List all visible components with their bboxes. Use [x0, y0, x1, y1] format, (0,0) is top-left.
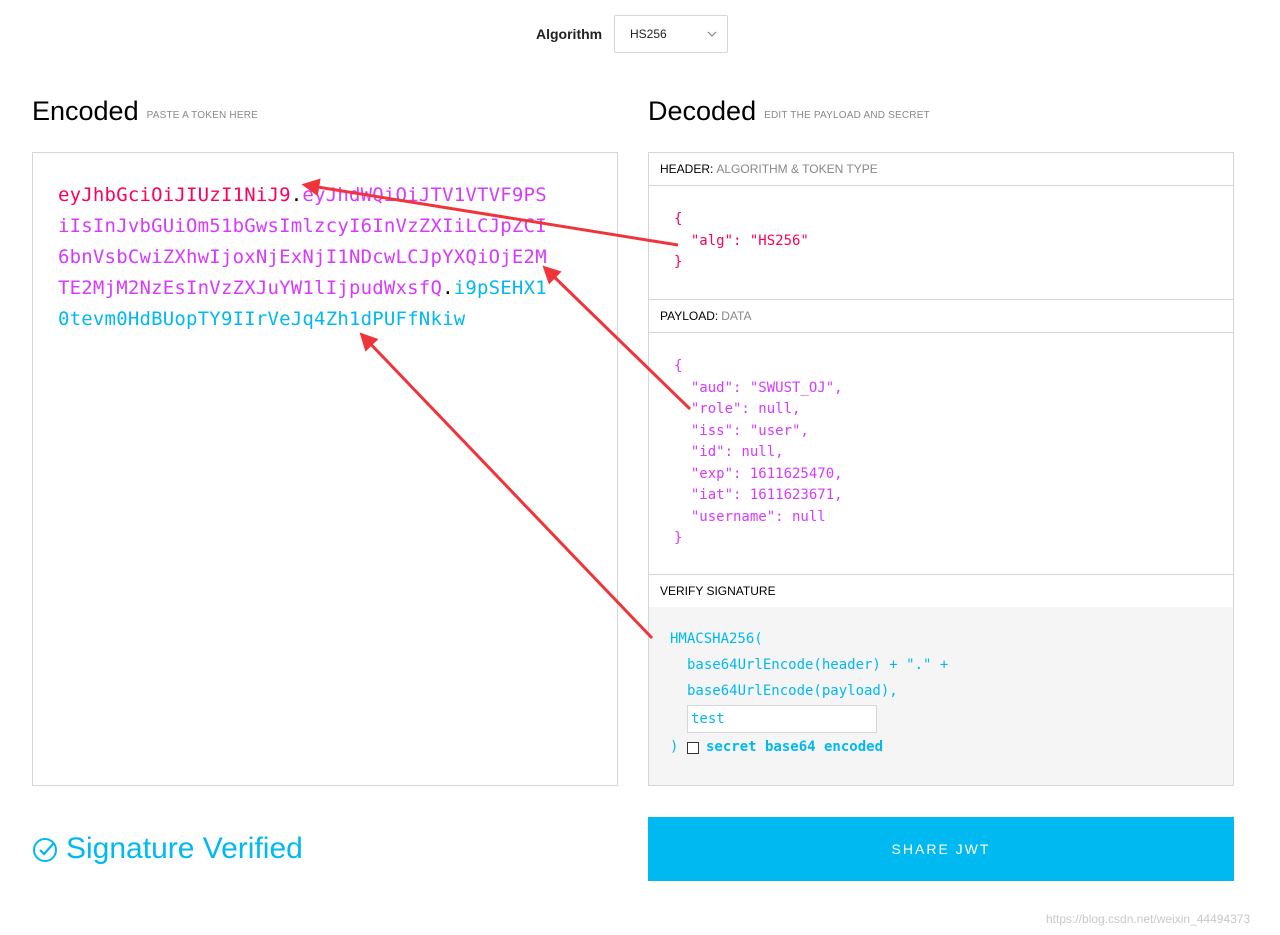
- signature-line-3: base64UrlEncode(payload),: [687, 683, 898, 699]
- secret-base64-checkbox[interactable]: [687, 742, 699, 754]
- encoded-subtitle: PASTE A TOKEN HERE: [146, 110, 259, 121]
- secret-input[interactable]: test: [687, 705, 877, 733]
- header-section-title: HEADER: ALGORITHM & TOKEN TYPE: [649, 153, 1233, 186]
- payload-json-editor[interactable]: { "aud": "SWUST_OJ", "role": null, "iss"…: [674, 356, 843, 550]
- encoded-title-text: Encoded: [32, 96, 139, 126]
- token-header-part: eyJhbGciOiJIUzI1NiJ9: [58, 184, 291, 206]
- token-dot: .: [290, 184, 303, 206]
- algorithm-select[interactable]: HS256: [614, 15, 728, 53]
- encoded-token-text[interactable]: eyJhbGciOiJIUzI1NiJ9.eyJhdWQiOiJTV1VTVF9…: [58, 180, 548, 335]
- header-json-editor[interactable]: { "alg": "HS256" }: [674, 209, 809, 274]
- signature-verified-text: Signature Verified: [66, 832, 303, 865]
- encoded-title: Encoded PASTE A TOKEN HERE: [32, 96, 258, 127]
- token-dot: .: [442, 277, 454, 299]
- secret-base64-label: secret base64 encoded: [706, 739, 884, 755]
- signature-close-paren: ): [670, 739, 679, 755]
- signature-section-title: VERIFY SIGNATURE: [649, 574, 1233, 608]
- decoded-title: Decoded EDIT THE PAYLOAD AND SECRET: [648, 96, 930, 127]
- share-jwt-button[interactable]: SHARE JWT: [648, 817, 1234, 881]
- header-section-label: HEADER:: [660, 162, 714, 176]
- payload-section-title: PAYLOAD: DATA: [649, 299, 1233, 333]
- decoded-title-text: Decoded: [648, 96, 757, 126]
- encoded-token-editor[interactable]: eyJhbGciOiJIUzI1NiJ9.eyJhdWQiOiJTV1VTVF9…: [32, 152, 618, 786]
- check-circle-icon: [33, 838, 57, 862]
- decoded-panel: HEADER: ALGORITHM & TOKEN TYPE { "alg": "…: [648, 152, 1234, 786]
- header-section-desc: ALGORITHM & TOKEN TYPE: [716, 162, 878, 176]
- algorithm-selected-value: HS256: [630, 27, 667, 41]
- signature-area: HMACSHA256( base64UrlEncode(header) + ".…: [649, 607, 1233, 785]
- algorithm-label: Algorithm: [536, 26, 603, 42]
- decoded-subtitle: EDIT THE PAYLOAD AND SECRET: [764, 110, 930, 121]
- watermark: https://blog.csdn.net/weixin_44494373: [1046, 912, 1251, 926]
- signature-section-label: VERIFY SIGNATURE: [660, 584, 776, 598]
- payload-section-desc: DATA: [721, 309, 752, 323]
- signature-line-2: base64UrlEncode(header) + "." +: [687, 657, 949, 673]
- chevron-down-icon: [707, 16, 717, 67]
- signature-line-1: HMACSHA256(: [670, 631, 763, 647]
- signature-verified-status: Signature Verified: [32, 832, 303, 866]
- payload-section-label: PAYLOAD:: [660, 309, 719, 323]
